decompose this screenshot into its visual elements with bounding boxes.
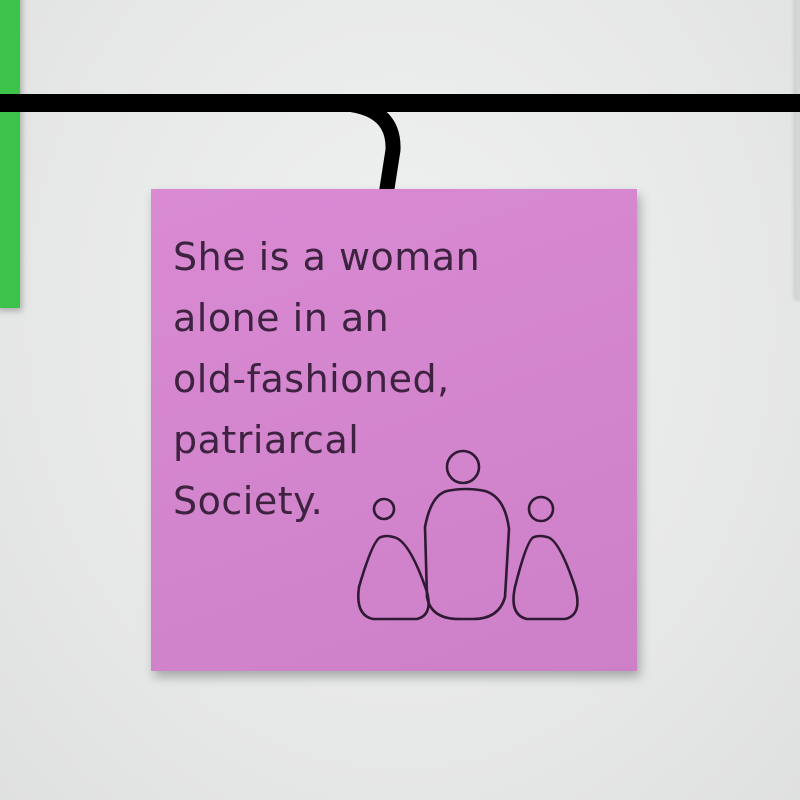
branch-connector: [322, 95, 401, 203]
people-doodle: [357, 449, 579, 621]
small-person-left-head-icon: [372, 497, 396, 521]
note-line: old-fashioned,: [173, 357, 450, 401]
small-person-right-head-icon: [527, 495, 555, 523]
tall-person-body-icon: [423, 487, 511, 621]
whiteboard: She is a woman alone in an old-fashioned…: [0, 0, 800, 800]
small-person-right-body-icon: [512, 534, 579, 621]
note-line: She is a woman: [173, 235, 481, 279]
small-person-left-body-icon: [357, 534, 430, 621]
tall-person-head-icon: [445, 449, 481, 485]
note-line: alone in an: [173, 296, 390, 340]
pink-sticky-note: She is a woman alone in an old-fashioned…: [151, 189, 637, 671]
